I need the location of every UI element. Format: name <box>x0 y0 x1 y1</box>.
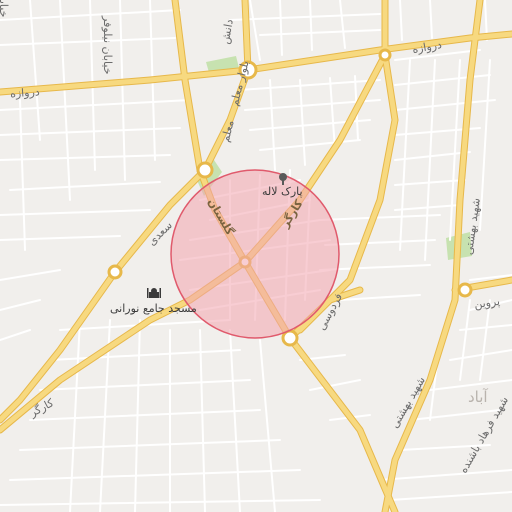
poi-label: پارک لاله <box>262 185 303 198</box>
road-label: خیابان ارغوان <box>0 0 10 17</box>
roundabout <box>196 161 214 179</box>
poi-label: مسجد جامع نورانی <box>110 302 197 315</box>
map-view[interactable]: خیابان ارغوان کارگر دروازه دروازه معلم ب… <box>0 0 512 512</box>
road-label: خیابان نیلوفر <box>101 15 114 75</box>
roundabout <box>457 282 473 298</box>
map-canvas[interactable]: خیابان ارغوان کارگر دروازه دروازه معلم ب… <box>0 0 512 512</box>
district-label: آباد <box>468 388 488 406</box>
roundabout <box>378 48 392 62</box>
roundabout <box>107 264 123 280</box>
road-label: دروازه <box>10 85 41 100</box>
